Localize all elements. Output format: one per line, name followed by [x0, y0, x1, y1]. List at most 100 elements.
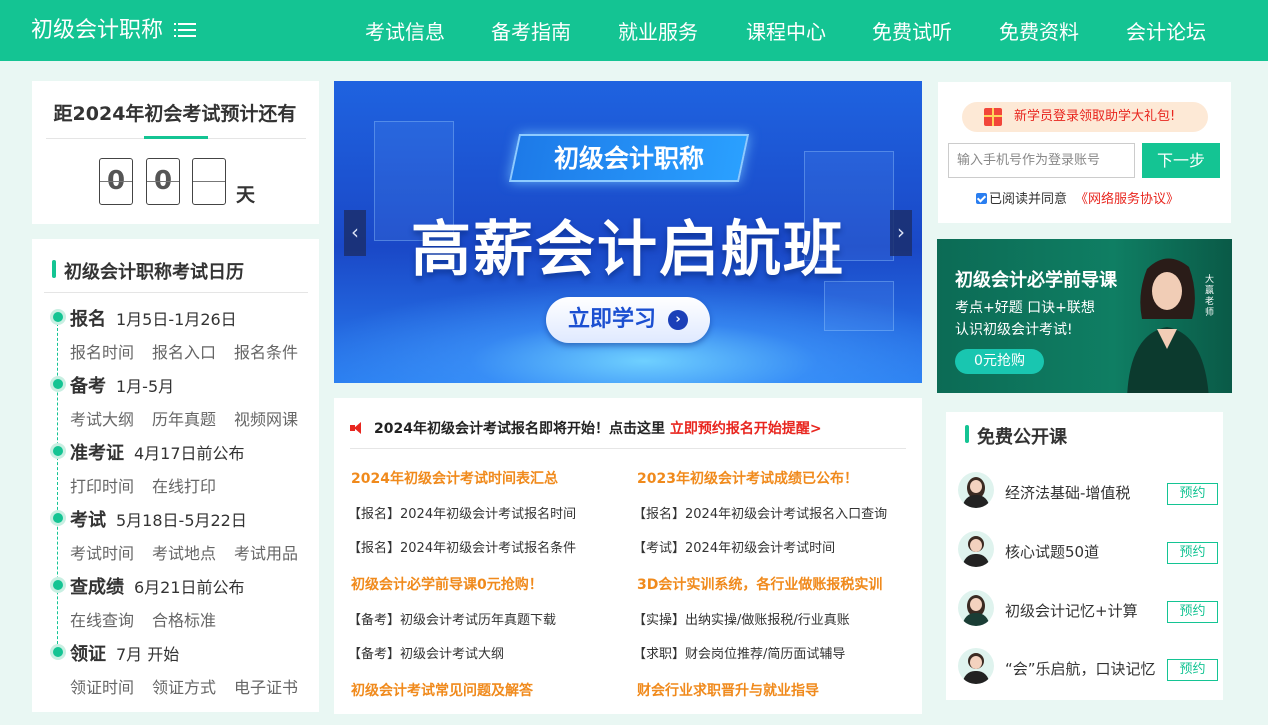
site-brand[interactable]: 初级会计职称	[31, 17, 197, 45]
nav-item-study-guide[interactable]: 备考指南	[491, 18, 571, 46]
calendar-link[interactable]: 领证时间	[70, 674, 134, 698]
phone-input[interactable]	[948, 143, 1135, 178]
reserve-button[interactable]: 预约	[1167, 659, 1218, 681]
countdown-digit	[192, 158, 226, 205]
teacher-photo	[1127, 258, 1209, 393]
calendar-link[interactable]: 考试时间	[70, 540, 134, 564]
news-link[interactable]: 【报名】2024年初级会计考试报名入口查询	[633, 503, 887, 522]
calendar-link[interactable]: 报名入口	[152, 339, 216, 363]
banner-headline: 高薪会计启航班	[411, 215, 845, 285]
nav-item-exam-info[interactable]: 考试信息	[365, 18, 445, 46]
avatar	[958, 472, 994, 508]
timeline-dot	[53, 647, 63, 657]
calendar-link[interactable]: 领证方式	[152, 674, 216, 698]
timeline-item-prepare: 备考 1月-5月	[70, 372, 174, 398]
promo-title: 初级会计必学前导课	[955, 270, 1117, 291]
gift-icon	[984, 108, 1002, 126]
calendar-link[interactable]: 打印时间	[70, 473, 134, 497]
course-name[interactable]: 初级会计记忆+计算	[1005, 600, 1138, 621]
stage-name: 考试	[70, 510, 106, 531]
divider	[350, 448, 906, 449]
news-link[interactable]: 【考试】2024年初级会计考试时间	[633, 537, 835, 556]
calendar-link[interactable]: 合格标准	[152, 607, 216, 631]
countdown-digit: 0	[146, 158, 180, 205]
reserve-button[interactable]: 预约	[1167, 483, 1218, 505]
hero-banner[interactable]: 初级会计职称 高薪会计启航班 立即学习 › ‹ ›	[334, 81, 922, 383]
promo-banner[interactable]: 初级会计必学前导课 考点+好题 口诀+联想 认识初级会计考试! 0元抢购 大赢老…	[937, 239, 1232, 393]
news-card: 2024年初级会计考试报名即将开始！点击这里 立即预约报名开始提醒> 2024年…	[334, 398, 922, 714]
nav-item-forum[interactable]: 会计论坛	[1126, 18, 1206, 46]
nav-item-free-materials[interactable]: 免费资料	[999, 18, 1079, 46]
calendar-link[interactable]: 在线打印	[152, 473, 216, 497]
stage-date: 1月-5月	[116, 377, 175, 396]
calendar-link[interactable]: 历年真题	[152, 406, 216, 430]
timeline-dot	[53, 379, 63, 389]
agree-checkbox[interactable]	[976, 193, 987, 204]
avatar	[958, 531, 994, 567]
agree-text: 已阅读并同意	[989, 192, 1068, 207]
carousel-prev-button[interactable]: ‹	[344, 210, 366, 256]
news-headline-link[interactable]: 初级会计必学前导课0元抢购！	[351, 574, 543, 594]
stage-name: 领证	[70, 644, 106, 665]
reserve-button[interactable]: 预约	[1167, 601, 1218, 623]
course-name[interactable]: “会”乐启航，口诀记忆	[1005, 658, 1156, 679]
banner-decoration	[824, 281, 894, 331]
login-card: 新学员登录领取助学大礼包! 下一步 已阅读并同意《网络服务协议》	[938, 82, 1231, 223]
cta-label: 立即学习	[568, 307, 657, 332]
title-underline	[144, 136, 208, 139]
stage-name: 备考	[70, 376, 106, 397]
avatar	[958, 590, 994, 626]
news-headline-link[interactable]: 初级会计考试常见问题及解答	[351, 680, 533, 700]
notice-link[interactable]: 立即预约报名开始提醒>	[670, 421, 822, 437]
calendar-link[interactable]: 在线查询	[70, 607, 134, 631]
notice-text: 2024年初级会计考试报名即将开始！点击这里	[374, 421, 665, 437]
divider	[44, 292, 308, 293]
timeline-item-admission-ticket: 准考证 4月17日前公布	[70, 439, 245, 465]
top-navbar: 初级会计职称 考试信息 备考指南 就业服务 课程中心 免费试听 免费资料 会计论…	[0, 0, 1268, 61]
calendar-link[interactable]: 视频网课	[234, 406, 298, 430]
stage-name: 报名	[70, 309, 106, 330]
nav-item-employment[interactable]: 就业服务	[618, 18, 698, 46]
news-link[interactable]: 【备考】初级会计考试历年真题下载	[348, 609, 556, 628]
free-courses-title: 免费公开课	[977, 427, 1067, 448]
timeline-dot	[53, 513, 63, 523]
news-headline-link[interactable]: 财会行业求职晋升与就业指导	[637, 680, 819, 700]
stage-name: 准考证	[70, 443, 124, 464]
calendar-link[interactable]: 考试用品	[234, 540, 298, 564]
promo-line: 考点+好题 口诀+联想	[955, 300, 1095, 316]
course-name[interactable]: 核心试题50道	[1005, 541, 1099, 562]
course-item[interactable]: “会”乐启航，口诀记忆 预约	[946, 648, 1218, 698]
news-link[interactable]: 【求职】财会岗位推荐/简历面试辅导	[633, 643, 845, 662]
gift-banner: 新学员登录领取助学大礼包!	[962, 102, 1208, 132]
news-headline-link[interactable]: 2023年初级会计考试成绩已公布！	[637, 468, 858, 488]
news-headline-link[interactable]: 3D会计实训系统，各行业做账报税实训	[637, 574, 882, 594]
service-agreement-link[interactable]: 《网络服务协议》	[1075, 192, 1179, 207]
news-link[interactable]: 【报名】2024年初级会计考试报名条件	[348, 537, 576, 556]
news-link[interactable]: 【备考】初级会计考试大纲	[348, 643, 504, 662]
teacher-label: 大赢老师	[1205, 275, 1215, 318]
calendar-link[interactable]: 考试大纲	[70, 406, 134, 430]
next-step-button[interactable]: 下一步	[1142, 143, 1220, 178]
nav-item-free-trial[interactable]: 免费试听	[872, 18, 952, 46]
news-link[interactable]: 【实操】出纳实操/做账报税/行业真账	[633, 609, 850, 628]
calendar-link[interactable]: 报名条件	[234, 339, 298, 363]
course-name[interactable]: 经济法基础-增值税	[1005, 482, 1130, 503]
banner-cta-button[interactable]: 立即学习 ›	[546, 297, 710, 343]
calendar-link[interactable]: 考试地点	[152, 540, 216, 564]
promo-buy-button[interactable]: 0元抢购	[955, 349, 1044, 374]
countdown-title: 距2024年初会考试预计还有	[53, 103, 297, 125]
reserve-button[interactable]: 预约	[1167, 542, 1218, 564]
nav-item-courses[interactable]: 课程中心	[746, 18, 826, 46]
course-item[interactable]: 经济法基础-增值税 预约	[946, 472, 1218, 522]
news-link[interactable]: 【报名】2024年初级会计考试报名时间	[348, 503, 576, 522]
brand-name[interactable]: 初级会计职称	[31, 18, 163, 43]
carousel-next-button[interactable]: ›	[890, 210, 912, 256]
news-headline-link[interactable]: 2024年初级会计考试时间表汇总	[351, 468, 558, 488]
stage-date: 7月 开始	[116, 645, 180, 664]
calendar-link[interactable]: 报名时间	[70, 339, 134, 363]
calendar-link[interactable]: 电子证书	[234, 674, 298, 698]
course-item[interactable]: 核心试题50道 预约	[946, 531, 1218, 581]
speaker-icon	[350, 421, 366, 435]
menu-icon[interactable]	[174, 20, 197, 40]
course-item[interactable]: 初级会计记忆+计算 预约	[946, 590, 1218, 640]
